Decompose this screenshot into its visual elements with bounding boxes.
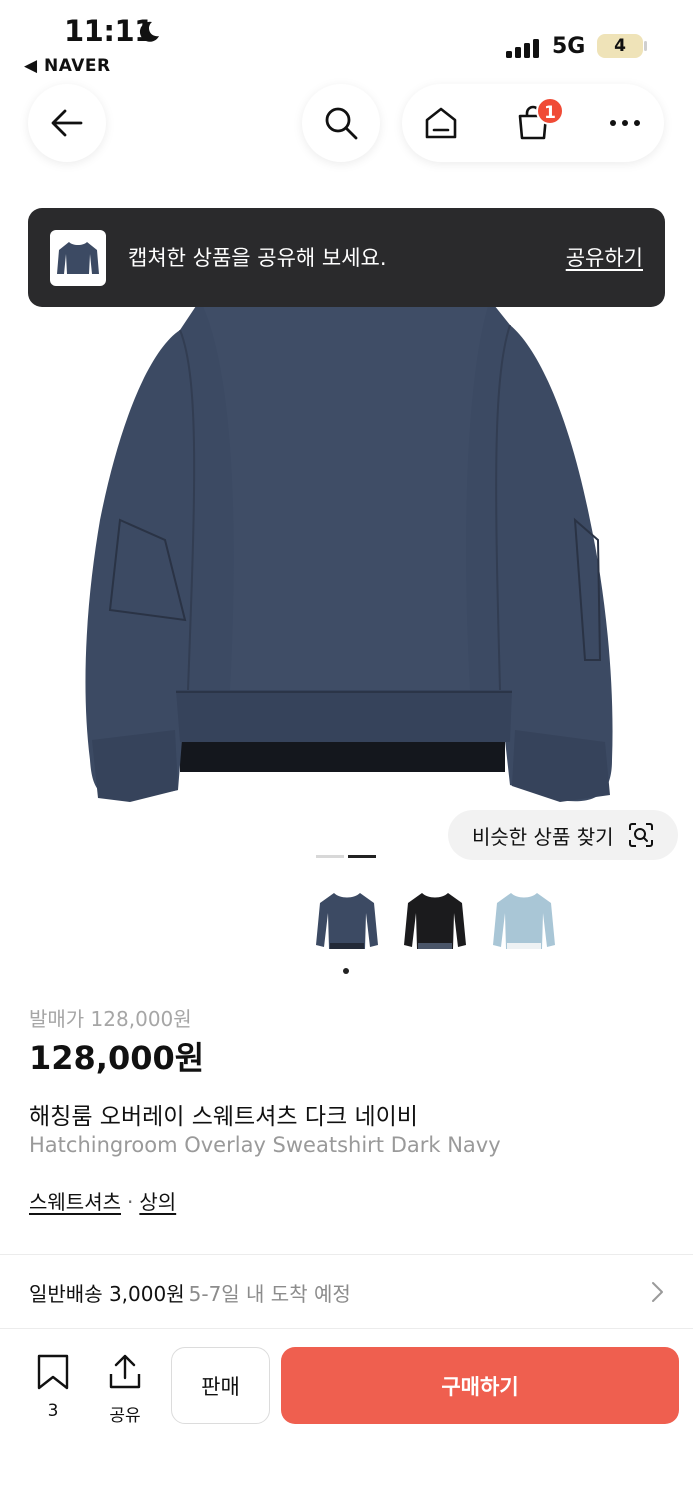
sweatshirt-thumbnail-icon [57, 242, 99, 274]
product-price: 128,000원 [29, 1039, 205, 1077]
bookmark-count: 3 [47, 1401, 59, 1421]
share-icon [109, 1354, 141, 1389]
status-bar: 11:11 ◀ NAVER 5G 4 [0, 0, 693, 80]
product-title-ko: 해칭룸 오버레이 스웨트셔츠 다크 네이비 [29, 1104, 418, 1130]
back-to-app-link[interactable]: ◀ NAVER [24, 56, 111, 76]
toast-thumbnail [50, 230, 106, 286]
color-swatch-black[interactable] [398, 880, 472, 964]
bookmark-button[interactable]: 3 [28, 1354, 78, 1421]
toast-share-link[interactable]: 공유하기 [566, 242, 643, 272]
cart-button[interactable] [494, 84, 572, 162]
search-button[interactable] [302, 84, 380, 162]
home-icon [425, 107, 457, 139]
more-icon [610, 120, 640, 126]
selected-swatch-dot [343, 968, 349, 974]
sell-button[interactable]: 판매 [171, 1347, 270, 1424]
more-button[interactable] [586, 84, 664, 162]
signal-icon [506, 39, 539, 58]
buy-button[interactable]: 구매하기 [281, 1347, 679, 1424]
category-separator: · [127, 1190, 134, 1214]
sweatshirt-navy-image [316, 893, 378, 949]
sweatshirt-black-image [404, 893, 466, 949]
search-icon [325, 107, 358, 140]
visual-search-icon [628, 823, 653, 847]
find-similar-button[interactable]: 비슷한 상품 찾기 [448, 810, 678, 860]
toast-message: 캡쳐한 상품을 공유해 보세요. [128, 246, 387, 270]
chevron-right-icon [652, 1282, 663, 1302]
color-swatch-dark-navy[interactable] [310, 880, 384, 964]
category-link-sweatshirt[interactable]: 스웨트셔츠 [29, 1190, 121, 1214]
delivery-row[interactable]: 일반배송 3,000원 5-7일 내 도착 예정 [29, 1278, 351, 1307]
bookmark-icon [37, 1354, 69, 1390]
arrow-left-icon [51, 109, 83, 137]
divider [0, 1254, 693, 1255]
home-button[interactable] [402, 84, 480, 162]
battery-icon: 4 [597, 34, 643, 58]
delivery-eta: 5-7일 내 도착 예정 [188, 1282, 351, 1306]
sweatshirt-light-blue-image [493, 893, 555, 949]
find-similar-label: 비슷한 상품 찾기 [472, 824, 614, 849]
share-button[interactable]: 공유 [100, 1354, 150, 1426]
delivery-fee: 일반배송 3,000원 [29, 1282, 185, 1306]
moon-icon [139, 21, 159, 42]
share-label: 공유 [109, 1406, 141, 1426]
nav-action-group: 1 [402, 84, 664, 162]
color-swatch-light-blue[interactable] [487, 880, 561, 964]
divider [0, 1328, 693, 1329]
network-type: 5G [552, 34, 586, 59]
category-breadcrumb: 스웨트셔츠 · 상의 [29, 1186, 176, 1215]
gallery-indicator-1 [316, 855, 344, 858]
battery-tip [644, 41, 647, 51]
gallery-indicator-2 [348, 855, 376, 858]
share-capture-toast: 캡쳐한 상품을 공유해 보세요. 공유하기 [28, 208, 665, 307]
release-price: 발매가 128,000원 [29, 1007, 192, 1031]
cart-badge: 1 [536, 97, 564, 125]
category-link-top[interactable]: 상의 [139, 1190, 176, 1214]
product-title-en: Hatchingroom Overlay Sweatshirt Dark Nav… [29, 1133, 501, 1157]
back-button[interactable] [28, 84, 106, 162]
